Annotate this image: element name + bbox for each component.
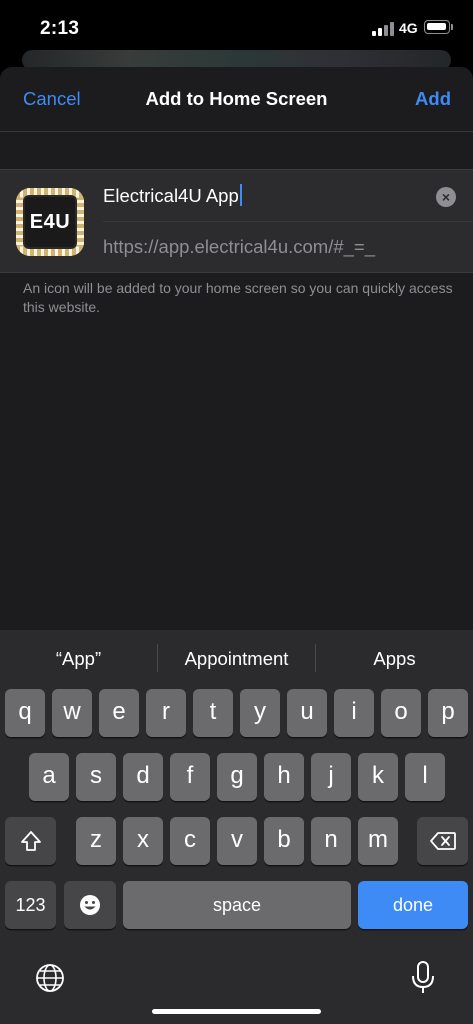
suggestion-item[interactable]: Appointment bbox=[158, 648, 315, 670]
backspace-icon bbox=[429, 832, 456, 850]
numbers-key[interactable]: 123 bbox=[5, 881, 56, 929]
key-a[interactable]: a bbox=[29, 753, 69, 801]
key-z[interactable]: z bbox=[76, 817, 116, 865]
key-v[interactable]: v bbox=[217, 817, 257, 865]
nav-bar: Cancel Add to Home Screen Add bbox=[0, 67, 473, 132]
microphone-icon[interactable] bbox=[410, 960, 436, 996]
key-c[interactable]: c bbox=[170, 817, 210, 865]
key-w[interactable]: w bbox=[52, 689, 92, 737]
globe-icon[interactable] bbox=[35, 963, 65, 993]
key-d[interactable]: d bbox=[123, 753, 163, 801]
emoji-key[interactable] bbox=[64, 881, 116, 929]
key-b[interactable]: b bbox=[264, 817, 304, 865]
key-n[interactable]: n bbox=[311, 817, 351, 865]
divider bbox=[103, 221, 473, 222]
page-title: Add to Home Screen bbox=[145, 88, 328, 109]
key-t[interactable]: t bbox=[193, 689, 233, 737]
key-o[interactable]: o bbox=[381, 689, 421, 737]
shift-icon bbox=[20, 831, 41, 851]
key-y[interactable]: y bbox=[240, 689, 280, 737]
key-p[interactable]: p bbox=[428, 689, 468, 737]
space-key[interactable]: space bbox=[123, 881, 351, 929]
app-icon-text: E4U bbox=[29, 211, 71, 233]
name-input-value: Electrical4U App bbox=[103, 185, 239, 206]
emoji-icon bbox=[80, 895, 100, 915]
key-k[interactable]: k bbox=[358, 753, 398, 801]
key-i[interactable]: i bbox=[334, 689, 374, 737]
key-l[interactable]: l bbox=[405, 753, 445, 801]
network-label: 4G bbox=[399, 20, 418, 36]
done-key[interactable]: done bbox=[358, 881, 468, 929]
key-m[interactable]: m bbox=[358, 817, 398, 865]
add-button[interactable]: Add bbox=[415, 88, 451, 110]
hint-text: An icon will be added to your home scree… bbox=[23, 280, 453, 315]
keyboard: “App” Appointment Apps q w e r t y u i o… bbox=[0, 630, 473, 1024]
app-icon: E4U bbox=[16, 188, 84, 256]
battery-icon bbox=[424, 20, 450, 34]
name-input[interactable]: Electrical4U App bbox=[103, 184, 242, 207]
key-r[interactable]: r bbox=[146, 689, 186, 737]
suggestion-bar: “App” Appointment Apps bbox=[0, 630, 473, 684]
key-e[interactable]: e bbox=[99, 689, 139, 737]
suggestion-item[interactable]: Apps bbox=[316, 648, 473, 670]
bookmark-card: E4U Electrical4U App × https://app.elect… bbox=[0, 169, 473, 273]
url-label: https://app.electrical4u.com/#_=_ bbox=[103, 236, 376, 257]
key-f[interactable]: f bbox=[170, 753, 210, 801]
text-cursor bbox=[239, 184, 242, 206]
key-u[interactable]: u bbox=[287, 689, 327, 737]
status-time: 2:13 bbox=[40, 18, 80, 39]
key-h[interactable]: h bbox=[264, 753, 304, 801]
suggestion-item[interactable]: “App” bbox=[0, 648, 157, 670]
home-indicator bbox=[152, 1009, 321, 1014]
clear-icon[interactable]: × bbox=[436, 187, 456, 207]
key-x[interactable]: x bbox=[123, 817, 163, 865]
key-j[interactable]: j bbox=[311, 753, 351, 801]
key-q[interactable]: q bbox=[5, 689, 45, 737]
signal-icon bbox=[372, 22, 394, 36]
shift-key[interactable] bbox=[5, 817, 56, 865]
key-s[interactable]: s bbox=[76, 753, 116, 801]
backspace-key[interactable] bbox=[417, 817, 468, 865]
battery-cap bbox=[451, 24, 453, 30]
key-g[interactable]: g bbox=[217, 753, 257, 801]
